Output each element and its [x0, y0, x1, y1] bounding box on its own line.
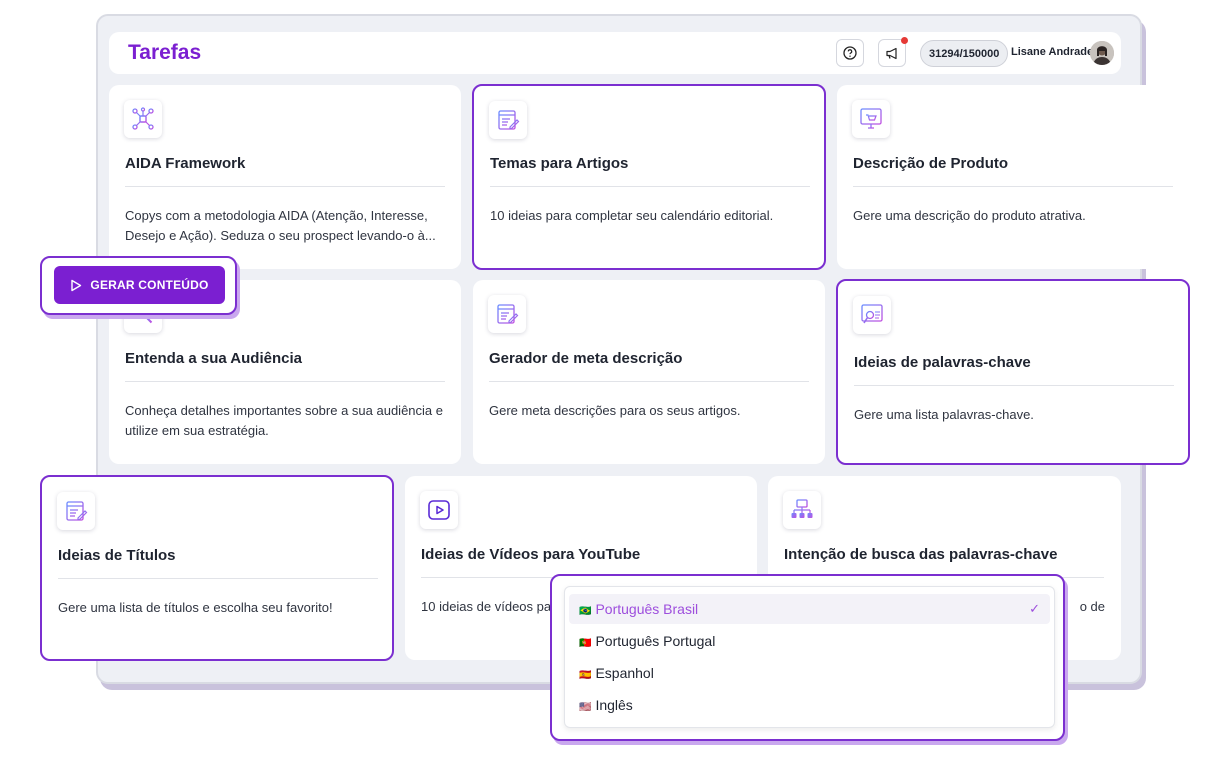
card-title: Ideias de palavras-chave [854, 354, 1031, 371]
document-edit-icon [488, 295, 526, 333]
notification-dot [901, 37, 908, 44]
sitemap-icon [783, 491, 821, 529]
card-description: o de [1079, 599, 1105, 614]
language-label: Espanhol [595, 665, 654, 681]
portugal-flag-icon: 🇵🇹 [579, 638, 592, 649]
card-description: Gere meta descrições para os seus artigo… [489, 403, 741, 418]
keyword-search-icon [853, 296, 891, 334]
usa-flag-icon: 🇺🇸 [579, 702, 592, 713]
generate-callout: GERAR CONTEÚDO [40, 256, 237, 315]
play-icon [71, 279, 82, 291]
card-description: Gere uma lista de títulos e escolha seu … [58, 600, 333, 615]
card-description: Gere uma lista palavras-chave. [854, 407, 1034, 422]
card-description: Conheça detalhes importantes sobre a sua… [125, 403, 443, 438]
task-card-palavras-chave[interactable]: Ideias de palavras-chave Gere uma lista … [836, 279, 1190, 465]
language-label: Português Brasil [595, 601, 699, 617]
credits-badge: 31294/150000 [920, 40, 1009, 67]
language-option-pt-br[interactable]: 🇧🇷 Português Brasil ✓ [569, 594, 1050, 624]
language-option-en[interactable]: 🇺🇸 Inglês [569, 690, 1050, 720]
shopping-cart-icon [852, 100, 890, 138]
user-photo-icon [1090, 41, 1114, 65]
card-divider [489, 381, 809, 382]
card-title: Intenção de busca das palavras-chave [784, 546, 1058, 563]
card-divider [58, 578, 378, 579]
card-title: AIDA Framework [125, 155, 246, 172]
card-divider [125, 381, 445, 382]
task-card-aida[interactable]: AIDA Framework Copys com a metodologia A… [109, 85, 461, 269]
page-title: Tarefas [128, 41, 202, 64]
card-description: 10 ideias para completar seu calendário … [490, 208, 774, 223]
card-title: Ideias de Títulos [58, 547, 176, 564]
language-option-pt-pt[interactable]: 🇵🇹 Português Portugal [569, 626, 1050, 656]
card-title: Entenda a sua Audiência [125, 350, 302, 367]
top-bar: Tarefas 31294/150000 Lisane Andrade [109, 32, 1121, 74]
username: Lisane Andrade [1011, 46, 1094, 58]
card-divider [490, 186, 810, 187]
generate-content-button[interactable]: GERAR CONTEÚDO [54, 266, 225, 304]
document-edit-icon [57, 492, 95, 530]
card-title: Ideias de Vídeos para YouTube [421, 546, 641, 563]
megaphone-icon [885, 47, 897, 59]
card-description: Copys com a metodologia AIDA (Atenção, I… [125, 208, 436, 243]
card-title: Descrição de Produto [853, 155, 1009, 172]
announcements-button[interactable] [878, 37, 908, 67]
card-title: Gerador de meta descrição [489, 350, 683, 367]
card-title: Temas para Artigos [490, 155, 629, 172]
play-icon [420, 491, 458, 529]
card-divider [854, 385, 1174, 386]
check-icon: ✓ [1029, 601, 1040, 616]
task-card-temas-artigos[interactable]: Temas para Artigos 10 ideias para comple… [472, 84, 826, 270]
help-button[interactable] [836, 39, 864, 67]
language-label: Inglês [595, 697, 633, 713]
card-divider [853, 186, 1173, 187]
avatar[interactable] [1090, 41, 1114, 65]
network-icon [124, 100, 162, 138]
language-dropdown-callout: 🇧🇷 Português Brasil ✓ 🇵🇹 Português Portuga… [550, 574, 1065, 741]
spain-flag-icon: 🇪🇸 [579, 670, 592, 681]
card-description: Gere uma descrição do produto atrativa. [853, 208, 1086, 223]
brazil-flag-icon: 🇧🇷 [579, 606, 592, 617]
language-dropdown: 🇧🇷 Português Brasil ✓ 🇵🇹 Português Portuga… [564, 586, 1055, 728]
task-card-descricao-produto[interactable]: Descrição de Produto Gere uma descrição … [837, 85, 1189, 269]
task-card-titulos[interactable]: Ideias de Títulos Gere uma lista de títu… [40, 475, 394, 661]
document-edit-icon [489, 101, 527, 139]
generate-content-label: GERAR CONTEÚDO [90, 278, 209, 292]
card-divider [125, 186, 445, 187]
language-option-es[interactable]: 🇪🇸 Espanhol [569, 658, 1050, 688]
help-icon [843, 46, 857, 60]
task-card-meta-descricao[interactable]: Gerador de meta descrição Gere meta desc… [473, 280, 825, 464]
language-label: Português Portugal [595, 633, 716, 649]
